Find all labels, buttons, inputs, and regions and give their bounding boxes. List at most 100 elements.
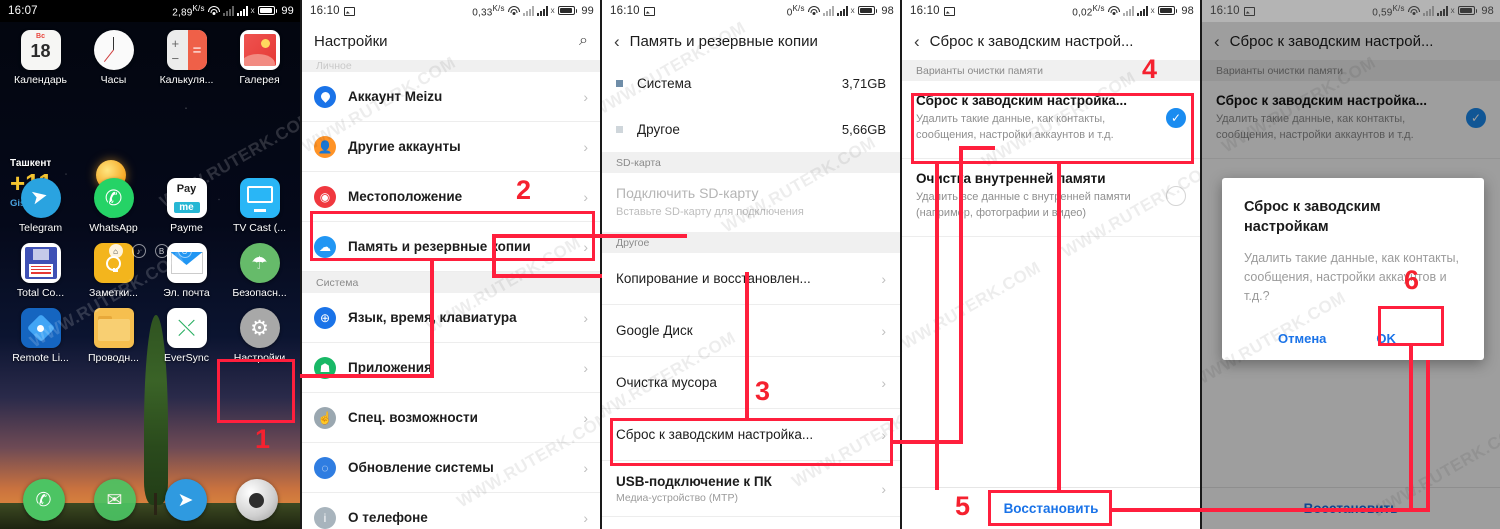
dialog-message: Удалить такие данные, как контакты, сооб… [1244,251,1459,303]
chevron-right-icon: › [583,359,588,376]
sidebar-item-applications[interactable]: ☗ Приложения › [302,343,600,393]
radio-unselected-icon[interactable] [1166,186,1186,207]
app-remote-link[interactable]: Remote Li... [4,308,77,364]
home-page-indicator[interactable]: ⌂ ♪ B C [0,244,300,258]
app-file-explorer[interactable]: Проводн... [77,308,150,364]
tutorial-screenshot-strip: 16:07 2,89K/s x 99 Вс 18 Календарь Часы … [0,0,1500,529]
item-label: Очистка мусора [616,375,717,390]
status-bar-reset: 16:10 0,02K/s x 98 [902,0,1200,22]
sidebar-item-memory-and-backups[interactable]: ☁ Память и резервные копии › [302,222,600,272]
page-dot-c[interactable]: C [177,244,192,258]
chevron-right-icon: › [583,88,588,105]
sim1-signal-icon [1122,6,1134,16]
sim1-signal-icon [222,6,234,16]
back-arrow-icon[interactable]: ‹ [914,33,920,50]
restore-button[interactable]: Восстановить [1004,501,1099,516]
storage-name: Система [637,75,692,91]
dialog-buttons: Отмена OK [1244,325,1462,352]
other-accounts-icon: 👤 [314,135,336,158]
app-grid: Вс 18 Календарь Часы + − = Калькуля... Г… [0,30,300,373]
search-icon[interactable]: ⌕ [579,32,588,50]
dock-browser[interactable]: ➤ [150,479,221,521]
app-gallery[interactable]: Галерея [223,30,296,86]
no-roaming-icon: x [250,6,255,16]
app-payme[interactable]: Pay me Payme [150,178,223,234]
option-factory-reset[interactable]: Сброс к заводским настройка... Удалить т… [902,81,1200,159]
app-whatsapp[interactable]: ✆ WhatsApp [77,178,150,234]
app-tv-cast[interactable]: TV Cast (... [223,178,296,234]
item-label: Сброс к заводским настройка... [616,427,814,442]
restore-action-bar: Восстановить [902,487,1200,529]
list-item-backup-restore[interactable]: Копирование и восстановлен... › [602,253,900,305]
dock-phone[interactable]: ✆ [8,479,79,521]
app-eversync[interactable]: ⤬ EverSync [150,308,223,364]
app-clock[interactable]: Часы [77,30,150,86]
back-arrow-icon[interactable]: ‹ [614,33,620,50]
app-settings[interactable]: ⚙ Настройки [223,308,296,364]
app-label: Telegram [18,222,63,234]
group-header-sd-card: SD-карта [602,152,900,173]
panel-factory-reset-confirm: 16:10 0,59K/s x 98 ‹ Сброс к заводским н… [1200,0,1500,529]
home-dock: ✆ ✉ ➤ [0,479,300,521]
list-item-google-drive[interactable]: Google Диск › [602,305,900,357]
app-label: Payme [170,222,203,234]
network-speed: 0,59K/s [1372,3,1405,19]
reset-title-bar: ‹ Сброс к заводским настрой... [902,22,1200,60]
ok-button[interactable]: OK [1364,325,1408,352]
chevron-right-icon: › [583,138,588,155]
sidebar-item-language-time-keyboard[interactable]: ⊕ Язык, время, клавиатура › [302,293,600,343]
battery-percent: 99 [581,4,594,17]
sidebar-item-system-update[interactable]: ◌ Обновление системы › [302,443,600,493]
chevron-right-icon: › [881,480,886,497]
info-icon: i [314,506,336,529]
item-label: Спец. возможности [348,410,478,425]
battery-icon [857,6,878,16]
status-time: 16:10 [1210,5,1240,17]
no-roaming-icon: x [850,6,855,16]
calculator-icon: + − = [166,30,207,70]
item-label: Язык, время, клавиатура [348,310,517,325]
sidebar-item-about-phone[interactable]: i О телефоне › [302,493,600,529]
dock-messages[interactable]: ✉ [79,479,150,521]
remote-link-icon [20,308,61,348]
sd-card-block: Подключить SD-карту Вставьте SD-карту дл… [602,173,900,232]
battery-percent: 98 [881,4,894,17]
app-calendar[interactable]: Вс 18 Календарь [4,30,77,86]
app-label: Заметки... [89,287,138,299]
sidebar-item-location[interactable]: ◉ Местоположение › [302,172,600,222]
page-dot-home[interactable]: ⌂ [108,244,123,258]
page-dot-b[interactable]: B [154,244,169,258]
status-time-wrap: 16:10 [1210,5,1255,17]
sidebar-item-other-accounts[interactable]: 👤 Другие аккаунты › [302,122,600,172]
option-text: Сброс к заводским настройка... Удалить т… [916,93,1156,144]
radio-selected-icon[interactable]: ✓ [1166,108,1186,129]
status-bar-memory: 16:10 0K/s x 98 [602,0,900,22]
status-time-wrap: 16:10 [910,5,955,17]
item-label: Местоположение [348,189,463,204]
app-telegram[interactable]: ➤ Telegram [4,178,77,234]
list-item-factory-reset[interactable]: Сброс к заводским настройка... › [602,409,900,461]
option-subtitle: Удалить такие данные, как контакты, сооб… [916,113,1114,141]
meizu-account-icon [314,85,336,108]
app-label: EverSync [164,352,209,364]
list-item-usb-connection[interactable]: USB-подключение к ПК Медиа-устройство (M… [602,461,900,517]
messages-icon: ✉ [93,479,136,521]
battery-icon [557,6,578,16]
file-explorer-icon [93,308,134,348]
app-label: Настройки [233,352,286,364]
app-calculator[interactable]: + − = Калькуля... [150,30,223,86]
item-label: Приложения [348,360,432,375]
globe-icon: ⊕ [314,306,336,329]
sidebar-item-accessibility[interactable]: ☝ Спец. возможности › [302,393,600,443]
battery-percent: 98 [1481,4,1494,17]
tv-cast-icon [239,178,280,218]
sidebar-item-meizu-account[interactable]: Аккаунт Meizu › [302,72,600,122]
list-item-clean-junk[interactable]: Очистка мусора › [602,357,900,409]
page-dot-music[interactable]: ♪ [131,244,146,258]
cancel-button[interactable]: Отмена [1266,325,1338,352]
chevron-right-icon: › [583,409,588,426]
chevron-right-icon: › [583,238,588,255]
panel-home-screen: 16:07 2,89K/s x 99 Вс 18 Календарь Часы … [0,0,300,529]
dock-home-button[interactable] [221,479,292,521]
option-wipe-internal-storage[interactable]: Очистка внутренней памяти Удалить все да… [902,158,1200,237]
